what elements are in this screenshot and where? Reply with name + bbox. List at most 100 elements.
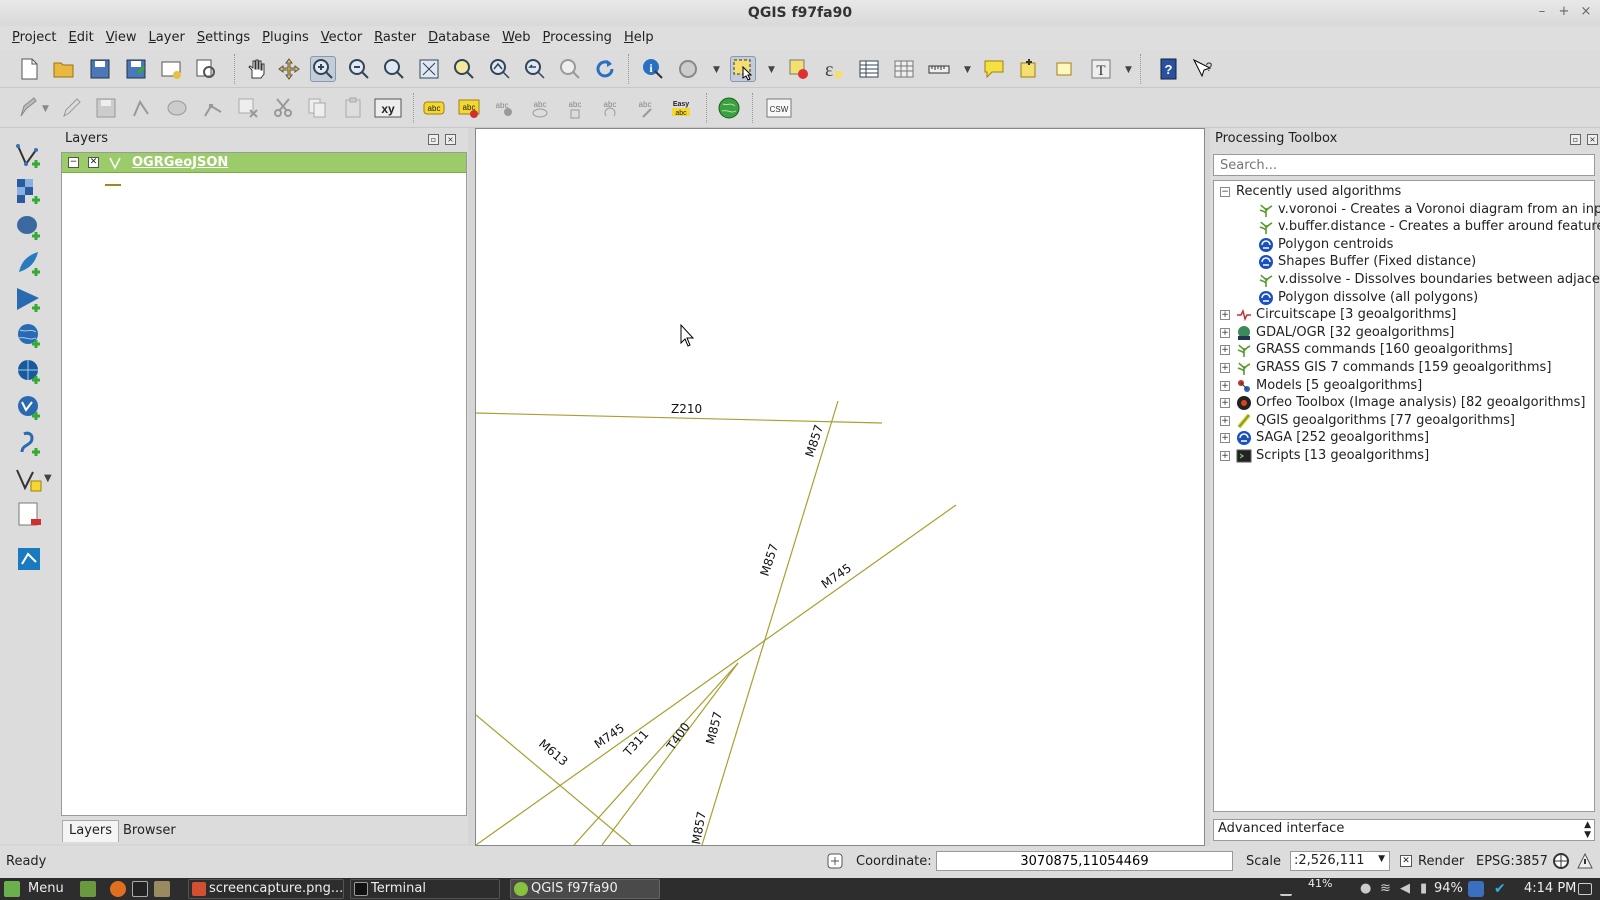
- tree-algorithm-item[interactable]: v.buffer.distance - Creates a buffer aro…: [1258, 218, 1600, 236]
- interface-mode-select[interactable]: Advanced interface ▲ ▼: [1213, 819, 1595, 841]
- layer-name[interactable]: OGRGeoJSON: [132, 155, 228, 170]
- zoom-to-selection-icon[interactable]: [451, 56, 477, 82]
- run-feature-action-icon[interactable]: [675, 56, 701, 82]
- add-feature-icon[interactable]: [129, 95, 155, 121]
- xy-coordinate-icon[interactable]: xy: [374, 95, 402, 121]
- close-window-button[interactable]: ×: [1578, 4, 1594, 22]
- tree-algorithm-item[interactable]: Polygon dissolve (all polygons): [1258, 289, 1478, 307]
- move-feature-icon[interactable]: [164, 95, 190, 121]
- paste-features-icon[interactable]: [340, 95, 366, 121]
- text-annotation-icon[interactable]: T: [1088, 56, 1114, 82]
- chevron-down-icon[interactable]: ▼: [42, 104, 49, 114]
- select-features-icon[interactable]: [730, 56, 756, 82]
- new-print-composer-icon[interactable]: [158, 56, 184, 82]
- menu-settings[interactable]: Settings: [191, 27, 256, 49]
- expand-icon[interactable]: +: [1220, 380, 1230, 391]
- tree-algorithm-item[interactable]: v.voronoi - Creates a Voronoi diagram fr…: [1258, 201, 1600, 219]
- tree-provider-item[interactable]: + Circuitscape [3 geoalgorithms]: [1220, 306, 1456, 324]
- zoom-next-icon[interactable]: [557, 56, 583, 82]
- start-menu-button[interactable]: Menu: [22, 879, 70, 899]
- new-shapefile-layer-icon[interactable]: [14, 464, 46, 494]
- tree-provider-item[interactable]: + GDAL/OGR [32 geoalgorithms]: [1220, 324, 1454, 342]
- form-annotation-icon[interactable]: [1016, 56, 1042, 82]
- node-tool-icon[interactable]: [200, 95, 226, 121]
- expand-icon[interactable]: +: [1220, 363, 1230, 373]
- help-contents-icon[interactable]: ?: [1155, 56, 1181, 82]
- maximize-button[interactable]: +: [1556, 4, 1572, 22]
- whats-this-icon[interactable]: ?: [1190, 56, 1216, 82]
- menu-database[interactable]: Database: [422, 27, 496, 49]
- labeling-icon[interactable]: abc: [421, 95, 447, 121]
- add-mssql-layer-icon[interactable]: [14, 284, 46, 314]
- volume-icon[interactable]: ◀: [1400, 881, 1416, 897]
- tree-group-recent[interactable]: − Recently used algorithms: [1220, 183, 1401, 201]
- zoom-in-icon[interactable]: [310, 56, 336, 82]
- tree-provider-item[interactable]: + GRASS GIS 7 commands [159 geoalgorithms…: [1220, 359, 1551, 377]
- chevron-down-icon[interactable]: ▼: [768, 65, 775, 75]
- annotation-icon[interactable]: [981, 56, 1007, 82]
- tree-algorithm-item[interactable]: Shapes Buffer (Fixed distance): [1258, 253, 1476, 271]
- csw-icon[interactable]: CSW: [765, 95, 793, 121]
- layer-row[interactable]: − ✕ OGRGeoJSON: [62, 153, 466, 173]
- measure-icon[interactable]: [926, 56, 952, 82]
- taskbar-item-screencapture[interactable]: screencapture.png...: [188, 879, 344, 899]
- tree-provider-item[interactable]: + Scripts [13 geoalgorithms]: [1220, 447, 1429, 465]
- remove-layer-icon[interactable]: [14, 500, 46, 530]
- float-panel-button[interactable]: ▫: [1570, 134, 1581, 145]
- chevron-down-icon[interactable]: ▼: [713, 65, 720, 75]
- toolbox-search-input[interactable]: [1213, 154, 1595, 176]
- user-icon[interactable]: ●: [1360, 881, 1376, 897]
- add-wfs-layer-icon[interactable]: [14, 392, 46, 422]
- add-delimited-text-icon[interactable]: [14, 428, 46, 458]
- menu-edit[interactable]: Edit: [63, 27, 100, 49]
- select-by-expression-icon[interactable]: ε: [820, 56, 846, 82]
- globe-plugin-icon[interactable]: [716, 95, 742, 121]
- crs-globe-icon[interactable]: [1552, 852, 1570, 870]
- tree-provider-item[interactable]: + Orfeo Toolbox (Image analysis) [82 geoa…: [1220, 394, 1585, 412]
- chevron-down-icon[interactable]: ▼: [1125, 65, 1132, 75]
- layer-visibility-checkbox[interactable]: ✕: [88, 157, 99, 168]
- show-desktop-icon[interactable]: [80, 881, 96, 897]
- taskbar-item-qgis[interactable]: QGIS f97fa90: [510, 879, 660, 899]
- terminal-launcher-icon[interactable]: [132, 881, 148, 897]
- add-raster-layer-icon[interactable]: [14, 176, 46, 206]
- easy-custom-labeling-icon[interactable]: Easy abc: [668, 95, 694, 121]
- taskbar-item-terminal[interactable]: Terminal: [350, 879, 500, 899]
- toggle-editing-icon[interactable]: [16, 95, 42, 121]
- expand-icon[interactable]: +: [1220, 310, 1230, 321]
- new-project-icon[interactable]: [16, 56, 42, 82]
- menu-vector[interactable]: Vector: [315, 27, 368, 49]
- expand-icon[interactable]: +: [1220, 415, 1230, 426]
- pan-to-selection-icon[interactable]: [276, 56, 302, 82]
- toggle-extents-icon[interactable]: [826, 852, 844, 870]
- add-postgis-layer-icon[interactable]: [14, 212, 46, 242]
- chevron-down-icon[interactable]: ▼: [44, 473, 52, 484]
- menu-processing[interactable]: Processing: [537, 27, 618, 49]
- field-calculator-icon[interactable]: [891, 56, 917, 82]
- close-panel-button[interactable]: ×: [445, 134, 456, 145]
- attribute-table-icon[interactable]: [856, 56, 882, 82]
- menu-project[interactable]: Project: [6, 27, 63, 49]
- save-project-icon[interactable]: [87, 56, 113, 82]
- collapse-icon[interactable]: −: [1220, 187, 1230, 197]
- close-panel-button[interactable]: ×: [1587, 134, 1598, 145]
- notification-icon[interactable]: [1578, 883, 1592, 895]
- identify-icon[interactable]: i: [640, 56, 666, 82]
- refresh-icon[interactable]: [592, 56, 618, 82]
- move-annotation-icon[interactable]: [1051, 56, 1077, 82]
- shield-icon[interactable]: [1468, 881, 1484, 897]
- move-label-icon[interactable]: abc: [562, 95, 588, 121]
- firefox-icon[interactable]: [110, 881, 126, 897]
- chevron-down-icon[interactable]: ▼: [964, 65, 971, 75]
- edit-pencil-icon[interactable]: [58, 95, 84, 121]
- expand-icon[interactable]: +: [1220, 433, 1230, 444]
- zoom-native-icon[interactable]: [381, 56, 407, 82]
- zoom-out-icon[interactable]: [346, 56, 372, 82]
- render-checkbox[interactable]: ✕: [1400, 855, 1412, 867]
- warning-icon[interactable]: [1576, 852, 1594, 870]
- pan-icon[interactable]: [243, 56, 269, 82]
- zoom-to-layer-icon[interactable]: [487, 56, 513, 82]
- show-hide-labels-icon[interactable]: abc: [527, 95, 553, 121]
- cut-features-icon[interactable]: [270, 95, 296, 121]
- rotate-label-icon[interactable]: abc: [597, 95, 623, 121]
